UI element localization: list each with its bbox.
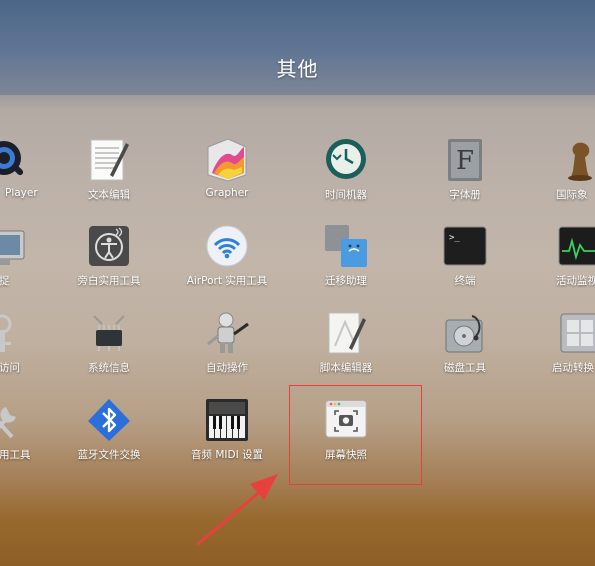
svg-text:>_: >_ (449, 233, 460, 243)
voiceover-utility-icon (86, 223, 132, 269)
grapher-icon (204, 137, 250, 183)
system-information-icon (86, 310, 132, 356)
disk-utility-icon (442, 310, 488, 356)
font-book-icon: F (442, 137, 488, 183)
selection-highlight-box (289, 385, 422, 485)
utility-tools-icon (0, 397, 28, 443)
activity-monitor-icon (557, 223, 595, 269)
airport-utility-icon (204, 223, 250, 269)
time-machine-icon (323, 137, 369, 183)
annotation-arrow-icon (196, 474, 278, 546)
app-chess[interactable]: 国际象 (510, 137, 595, 211)
chess-icon (557, 137, 595, 183)
boot-camp-icon (557, 310, 595, 356)
keychain-access-icon (0, 310, 28, 356)
terminal-icon: >_ (442, 223, 488, 269)
audio-midi-setup-icon (204, 397, 250, 443)
bluetooth-file-exchange-icon (86, 397, 132, 443)
app-boot-camp[interactable]: 启动转换 (510, 310, 595, 384)
screenshot-icon (0, 223, 28, 269)
app-label: Player (5, 187, 38, 199)
automator-icon (204, 310, 250, 356)
app-label: 启动转换 (552, 362, 594, 374)
svg-text:F: F (456, 146, 474, 176)
script-editor-icon (323, 310, 369, 356)
app-label: 国际象 (556, 189, 588, 201)
folder-title[interactable]: 其他 (0, 53, 595, 82)
app-label: 捉 (0, 275, 10, 287)
app-label: 访问 (0, 362, 20, 374)
quicktime-player-icon (0, 137, 28, 183)
migration-assistant-icon (323, 223, 369, 269)
app-activity-monitor[interactable]: 活动监视 (510, 223, 595, 297)
app-label: 活动监视 (556, 275, 595, 287)
app-label: 用工具 (0, 449, 31, 461)
textedit-icon (86, 137, 132, 183)
